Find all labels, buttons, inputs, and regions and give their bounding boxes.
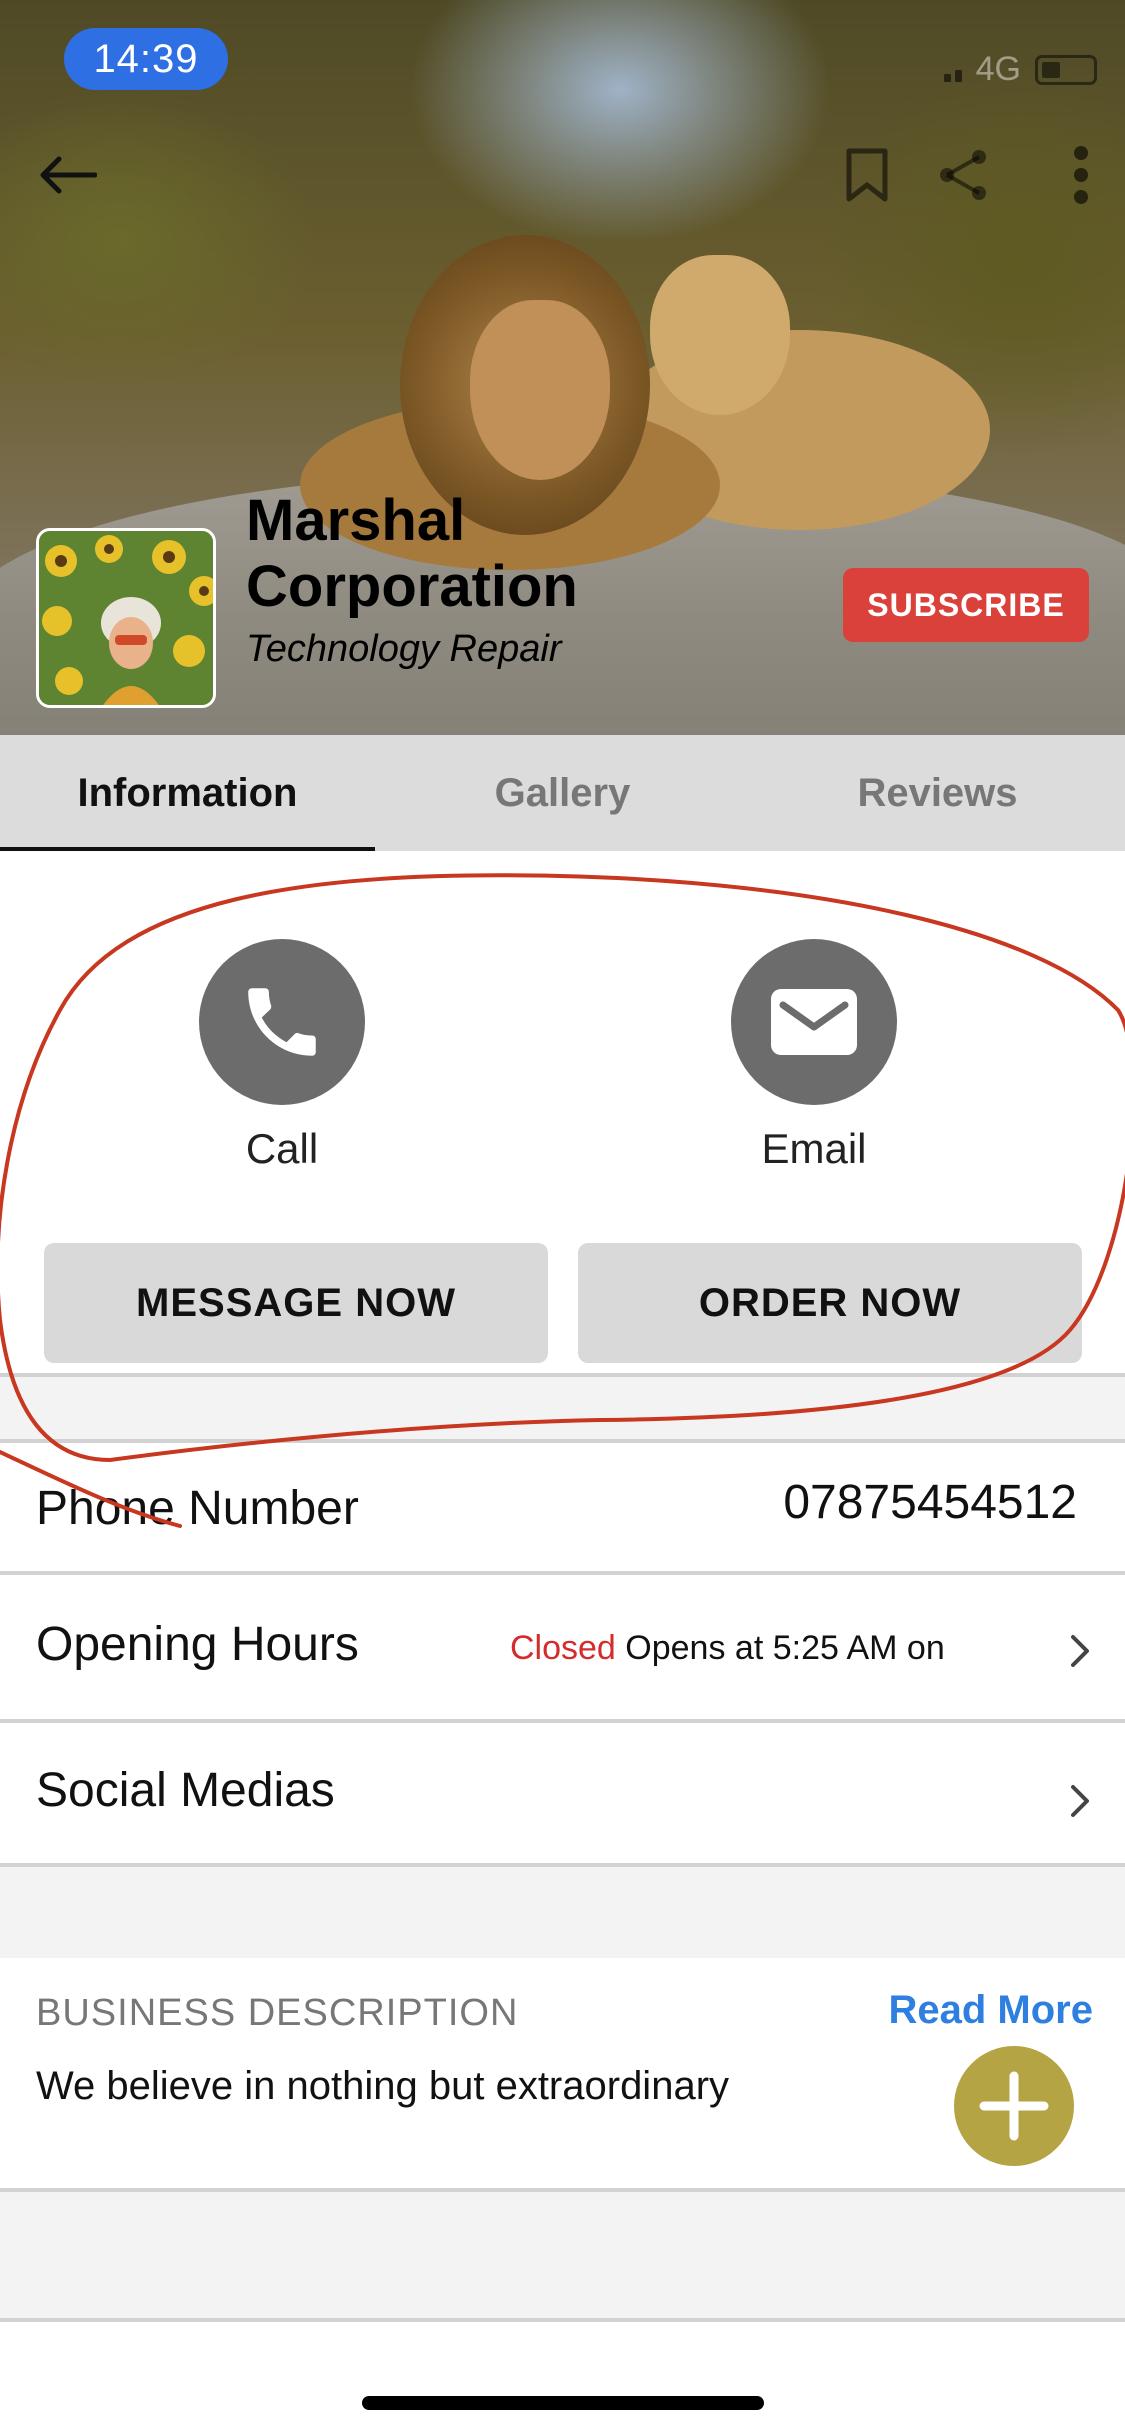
cover-photo: 14:39 4G Marshal Corporation Technology	[0, 0, 1125, 735]
subscribe-button[interactable]: SUBSCRIBE	[843, 568, 1089, 642]
network-label: 4G	[975, 50, 1021, 88]
call-action[interactable]: Call	[162, 939, 402, 1173]
social-medias-row[interactable]: Social Medias	[0, 1723, 1125, 1867]
add-fab-button[interactable]	[954, 2046, 1074, 2166]
chevron-right-icon	[1071, 1785, 1089, 1817]
tab-bar: Information Gallery Reviews	[0, 735, 1125, 851]
lion-face-shape	[470, 300, 610, 480]
opens-at-text: Opens at 5:25 AM on	[625, 1629, 945, 1667]
contact-actions: Call Email MESSAGE NOW ORDER NOW	[0, 851, 1125, 1373]
business-name: Marshal Corporation	[246, 488, 578, 619]
description-text: We believe in nothing but extraordinary	[36, 2064, 730, 2108]
call-label: Call	[245, 1125, 319, 1172]
lioness-head-shape	[650, 255, 790, 415]
business-description-section: BUSINESS DESCRIPTION Read More We believ…	[0, 1958, 1125, 2192]
tab-gallery[interactable]: Gallery	[375, 735, 750, 851]
home-indicator	[362, 2396, 764, 2410]
share-icon[interactable]	[928, 140, 998, 210]
battery-icon	[1035, 54, 1097, 85]
description-title: BUSINESS DESCRIPTION	[36, 1992, 519, 2034]
mail-icon[interactable]	[731, 939, 897, 1105]
tab-reviews[interactable]: Reviews	[750, 735, 1125, 851]
tab-information[interactable]: Information	[0, 735, 375, 851]
phone-number-value[interactable]: 07875454512	[783, 1475, 1077, 1530]
business-category: Technology Repair	[246, 628, 562, 670]
plus-icon	[979, 2071, 1049, 2141]
read-more-link[interactable]: Read More	[889, 1988, 1094, 2033]
section-divider	[0, 1867, 1125, 1962]
email-label: Email	[761, 1125, 867, 1172]
opening-hours-value: Closed Opens at 5:25 AM on	[510, 1629, 945, 1668]
bookmark-icon[interactable]	[832, 140, 902, 210]
social-medias-label: Social Medias	[36, 1764, 335, 1817]
phone-number-label: Phone Number	[36, 1482, 359, 1535]
opening-hours-label: Opening Hours	[36, 1618, 359, 1671]
status-indicators: 4G	[943, 50, 1097, 89]
order-now-button[interactable]: ORDER NOW	[578, 1243, 1082, 1363]
email-action[interactable]: Email	[694, 939, 934, 1173]
opening-hours-row[interactable]: Opening Hours Closed Opens at 5:25 AM on	[0, 1575, 1125, 1723]
back-arrow-icon[interactable]	[32, 140, 102, 210]
closed-status: Closed	[510, 1629, 616, 1667]
status-time: 14:39	[64, 28, 228, 90]
avatar	[36, 528, 216, 708]
phone-icon[interactable]	[199, 939, 365, 1105]
message-now-button[interactable]: MESSAGE NOW	[44, 1243, 548, 1363]
section-divider	[0, 1373, 1125, 1443]
chevron-right-icon	[1071, 1635, 1089, 1667]
signal-icon	[943, 58, 962, 82]
bottom-spacer	[0, 2192, 1125, 2322]
phone-number-row[interactable]: Phone Number 07875454512	[0, 1443, 1125, 1575]
more-vertical-icon[interactable]	[1046, 140, 1116, 210]
